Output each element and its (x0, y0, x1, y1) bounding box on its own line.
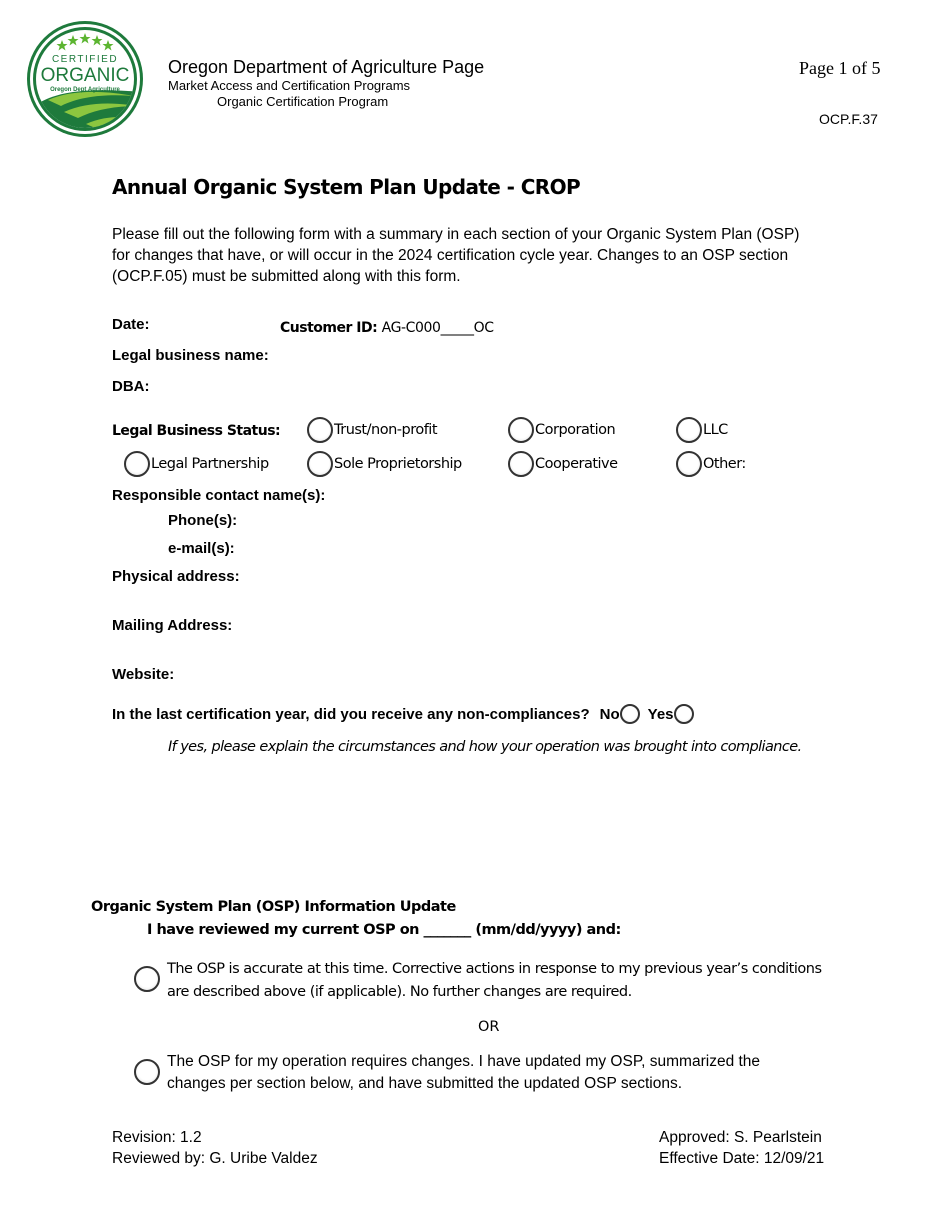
radio-noncompliance-yes[interactable] (673, 704, 694, 724)
approved-by: Approved: S. Pearlstein (659, 1129, 822, 1146)
status-option-corporation[interactable]: Corporation (508, 417, 616, 443)
status-option-trust-nonprofit[interactable]: Trust/non-profit (307, 417, 438, 443)
legal-business-status-label: Legal Business Status: (112, 423, 281, 439)
radio-trust-nonprofit[interactable] (307, 417, 333, 443)
customer-id-label: Customer ID: (280, 320, 378, 336)
radio-llc[interactable] (676, 417, 702, 443)
form-code: OCP.F.37 (819, 111, 878, 127)
radio-noncompliance-no[interactable] (619, 704, 640, 724)
page-number: Page 1 of 5 (799, 58, 881, 78)
legal-business-name-label: Legal business name: (112, 347, 269, 364)
radio-osp-requires-changes[interactable] (134, 1059, 160, 1085)
customer-id-value: AG-C000_____OC (381, 320, 494, 336)
status-option-llc[interactable]: LLC (676, 417, 728, 443)
osp-update-heading: Organic System Plan (OSP) Information Up… (91, 899, 456, 915)
certified-organic-logo: CERTIFIED ORGANIC Oregon Dept Agricultur… (26, 20, 144, 138)
responsible-contact-label: Responsible contact name(s): (112, 487, 326, 504)
osp-option-requires-changes[interactable]: The OSP for my operation requires change… (134, 1051, 807, 1095)
reviewed-by: Reviewed by: G. Uribe Valdez (112, 1150, 318, 1167)
email-label: e-mail(s): (168, 540, 235, 557)
noncompliance-question-row: In the last certification year, did you … (112, 704, 698, 724)
radio-corporation[interactable] (508, 417, 534, 443)
status-option-legal-partnership[interactable]: Legal Partnership (124, 451, 269, 477)
effective-date: Effective Date: 12/09/21 (659, 1150, 825, 1167)
mailing-address-label: Mailing Address: (112, 617, 233, 634)
radio-osp-accurate[interactable] (134, 966, 160, 992)
website-label: Website: (112, 666, 175, 683)
customer-id-field[interactable]: Customer ID: AG-C000_____OC (280, 319, 494, 337)
radio-other[interactable] (676, 451, 702, 477)
noncompliance-question: In the last certification year, did you … (112, 705, 590, 723)
status-option-cooperative[interactable]: Cooperative (508, 451, 618, 477)
no-label: No (599, 705, 620, 723)
agency-title: Oregon Department of Agriculture Page (168, 57, 485, 77)
radio-legal-partnership[interactable] (124, 451, 150, 477)
svg-text:Oregon Dept Agriculture: Oregon Dept Agriculture (50, 87, 120, 93)
or-separator: OR (478, 1019, 500, 1035)
osp-option-accurate[interactable]: The OSP is accurate at this time. Correc… (134, 958, 827, 1004)
svg-text:CERTIFIED: CERTIFIED (52, 54, 118, 65)
revision: Revision: 1.2 (112, 1129, 202, 1146)
program-name: Organic Certification Program (217, 94, 389, 109)
physical-address-label: Physical address: (112, 568, 240, 585)
status-option-sole-proprietorship[interactable]: Sole Proprietorship (307, 451, 462, 477)
osp-option-accurate-text: The OSP is accurate at this time. Correc… (167, 961, 822, 1000)
radio-sole-proprietorship[interactable] (307, 451, 333, 477)
date-label: Date: (112, 316, 150, 333)
phone-label: Phone(s): (168, 512, 238, 529)
osp-review-statement: I have reviewed my current OSP on ______… (147, 922, 621, 938)
osp-option-requires-changes-text: The OSP for my operation requires change… (167, 1053, 761, 1092)
status-option-other[interactable]: Other: (676, 451, 746, 477)
agency-subtitle: Market Access and Certification Programs (168, 78, 411, 93)
noncompliance-explain-instructions: If yes, please explain the circumstances… (168, 739, 802, 755)
yes-label: Yes (647, 705, 674, 723)
radio-cooperative[interactable] (508, 451, 534, 477)
intro-paragraph: Please fill out the following form with … (112, 226, 800, 285)
svg-text:ORGANIC: ORGANIC (41, 65, 130, 86)
dba-label: DBA: (112, 378, 150, 395)
document-title: Annual Organic System Plan Update - CROP (112, 175, 581, 199)
